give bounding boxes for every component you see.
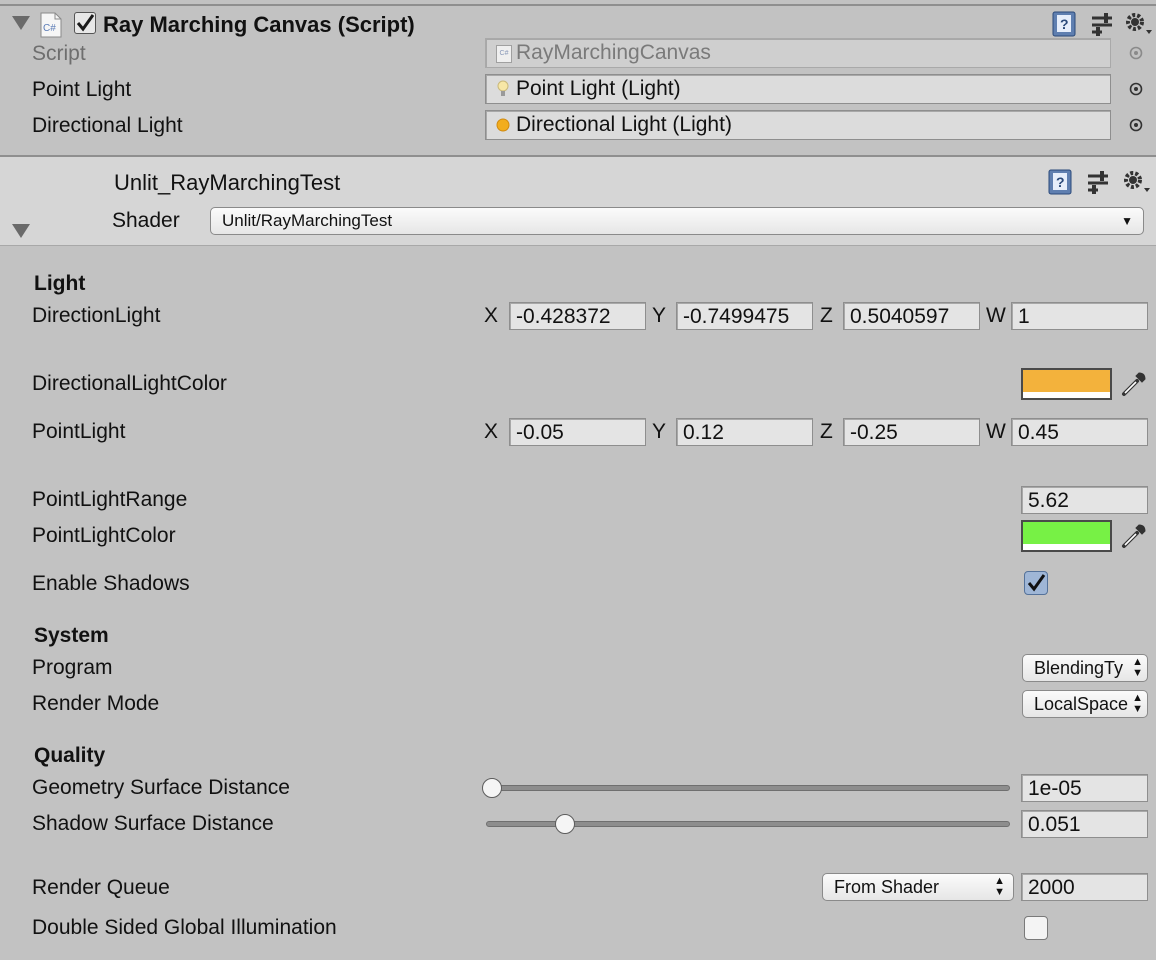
axis-y-label: Y (652, 304, 667, 327)
target-icon[interactable] (1129, 46, 1143, 60)
updown-arrows-icon: ▲ ▼ (994, 875, 1005, 898)
point-light-x[interactable]: -0.05 (509, 418, 646, 446)
csharp-script-icon: C# (40, 12, 62, 38)
updown-arrows-icon: ▲ ▼ (1132, 656, 1143, 679)
updown-arrows-icon: ▲ ▼ (1132, 692, 1143, 715)
axis-z-label: Z (820, 420, 833, 443)
program-dropdown-value: BlendingTy (1034, 658, 1124, 678)
alpha-bar (1023, 544, 1110, 550)
axis-x-label: X (484, 304, 499, 327)
axis-x-label: X (484, 420, 499, 443)
gear-icon[interactable] (1124, 11, 1154, 37)
section-heading-light: Light (34, 272, 86, 295)
section-heading-system: System (34, 624, 109, 647)
component-enabled-checkbox[interactable] (74, 12, 96, 34)
foldout-arrow-icon[interactable] (12, 16, 30, 30)
sun-icon (496, 118, 510, 132)
gear-icon[interactable] (1122, 169, 1152, 195)
svg-text:?: ? (1060, 16, 1069, 32)
direction-light-w[interactable]: 1 (1011, 302, 1148, 330)
shader-dropdown[interactable]: Unlit/RayMarchingTest ▼ (210, 207, 1144, 235)
point-light-color-swatch[interactable] (1021, 520, 1112, 552)
preset-sliders-icon[interactable] (1090, 12, 1114, 36)
axis-w-label: W (986, 304, 1006, 327)
point-light-row-label: Point Light (32, 78, 132, 101)
axis-y-label: Y (652, 420, 667, 443)
point-light-label: PointLight (32, 420, 126, 443)
point-light-z[interactable]: -0.25 (843, 418, 980, 446)
chevron-down-icon: ▼ (1121, 214, 1133, 228)
enable-shadows-checkbox[interactable] (1024, 571, 1048, 595)
axis-w-label: W (986, 420, 1006, 443)
direction-light-x[interactable]: -0.428372 (509, 302, 646, 330)
point-light-color-label: PointLightColor (32, 524, 176, 547)
point-light-field[interactable]: Point Light (Light) (485, 74, 1111, 104)
eyedropper-icon[interactable] (1120, 522, 1148, 550)
render-queue-dropdown-value: From Shader (834, 877, 940, 897)
geometry-surface-distance-label: Geometry Surface Distance (32, 776, 290, 799)
alpha-bar (1023, 392, 1110, 398)
target-icon[interactable] (1129, 118, 1143, 132)
preset-sliders-icon[interactable] (1086, 170, 1110, 194)
axis-z-label: Z (820, 304, 833, 327)
checkmark-icon (76, 14, 95, 32)
render-mode-dropdown-value: LocalSpace (1034, 694, 1129, 714)
checkmark-icon (1027, 574, 1046, 592)
point-light-range-label: PointLightRange (32, 488, 188, 511)
eyedropper-icon[interactable] (1120, 370, 1148, 398)
directional-light-row-label: Directional Light (32, 114, 183, 137)
foldout-arrow-icon[interactable] (12, 224, 30, 238)
shader-dropdown-value: Unlit/RayMarchingTest (222, 211, 393, 230)
material-preview-icon (28, 170, 98, 236)
help-book-icon[interactable]: ? (1052, 11, 1076, 37)
section-heading-quality: Quality (34, 744, 106, 767)
target-icon[interactable] (1129, 82, 1143, 96)
component-title: Ray Marching Canvas (Script) (103, 12, 415, 37)
point-light-range-field[interactable]: 5.62 (1021, 486, 1148, 514)
program-dropdown[interactable]: BlendingTy ▲ ▼ (1022, 654, 1148, 682)
directional-light-field-value: Directional Light (Light) (516, 113, 732, 136)
enable-shadows-label: Enable Shadows (32, 572, 190, 595)
material-name: Unlit_RayMarchingTest (114, 170, 341, 195)
shadow-surface-distance-label: Shadow Surface Distance (32, 812, 274, 835)
double-sided-gi-checkbox[interactable] (1024, 916, 1048, 940)
direction-light-z[interactable]: 0.5040597 (843, 302, 980, 330)
shadow-slider-thumb[interactable] (555, 814, 576, 834)
directional-light-field[interactable]: Directional Light (Light) (485, 110, 1111, 140)
script-field: C# RayMarchingCanvas (485, 38, 1111, 68)
render-queue-dropdown[interactable]: From Shader ▲ ▼ (822, 873, 1014, 901)
light-bulb-icon (497, 80, 509, 96)
script-field-value: RayMarchingCanvas (516, 41, 711, 64)
program-label: Program (32, 656, 113, 679)
geometry-surface-distance-field[interactable]: 1e-05 (1021, 774, 1148, 802)
script-row-label: Script (32, 42, 86, 65)
point-light-y[interactable]: 0.12 (676, 418, 813, 446)
direction-light-label: DirectionLight (32, 304, 161, 327)
dir-light-color-label: DirectionalLightColor (32, 372, 227, 395)
render-mode-dropdown[interactable]: LocalSpace ▲ ▼ (1022, 690, 1148, 718)
svg-text:?: ? (1056, 174, 1065, 190)
svg-text:C#: C# (43, 23, 56, 34)
point-light-w[interactable]: 0.45 (1011, 418, 1148, 446)
shader-label: Shader (112, 209, 180, 232)
top-divider (0, 4, 1156, 6)
render-mode-label: Render Mode (32, 692, 160, 715)
geometry-slider-thumb[interactable] (482, 778, 502, 798)
double-sided-gi-label: Double Sided Global Illumination (32, 916, 337, 939)
geometry-slider-track[interactable] (486, 785, 1010, 791)
direction-light-y[interactable]: -0.7499475 (676, 302, 813, 330)
csharp-script-icon: C# (496, 45, 512, 63)
dir-light-color-swatch[interactable] (1021, 368, 1112, 400)
help-book-icon[interactable]: ? (1048, 169, 1072, 195)
render-queue-field[interactable]: 2000 (1021, 873, 1148, 901)
render-queue-label: Render Queue (32, 876, 170, 899)
point-light-field-value: Point Light (Light) (516, 77, 681, 100)
shadow-surface-distance-field[interactable]: 0.051 (1021, 810, 1148, 838)
